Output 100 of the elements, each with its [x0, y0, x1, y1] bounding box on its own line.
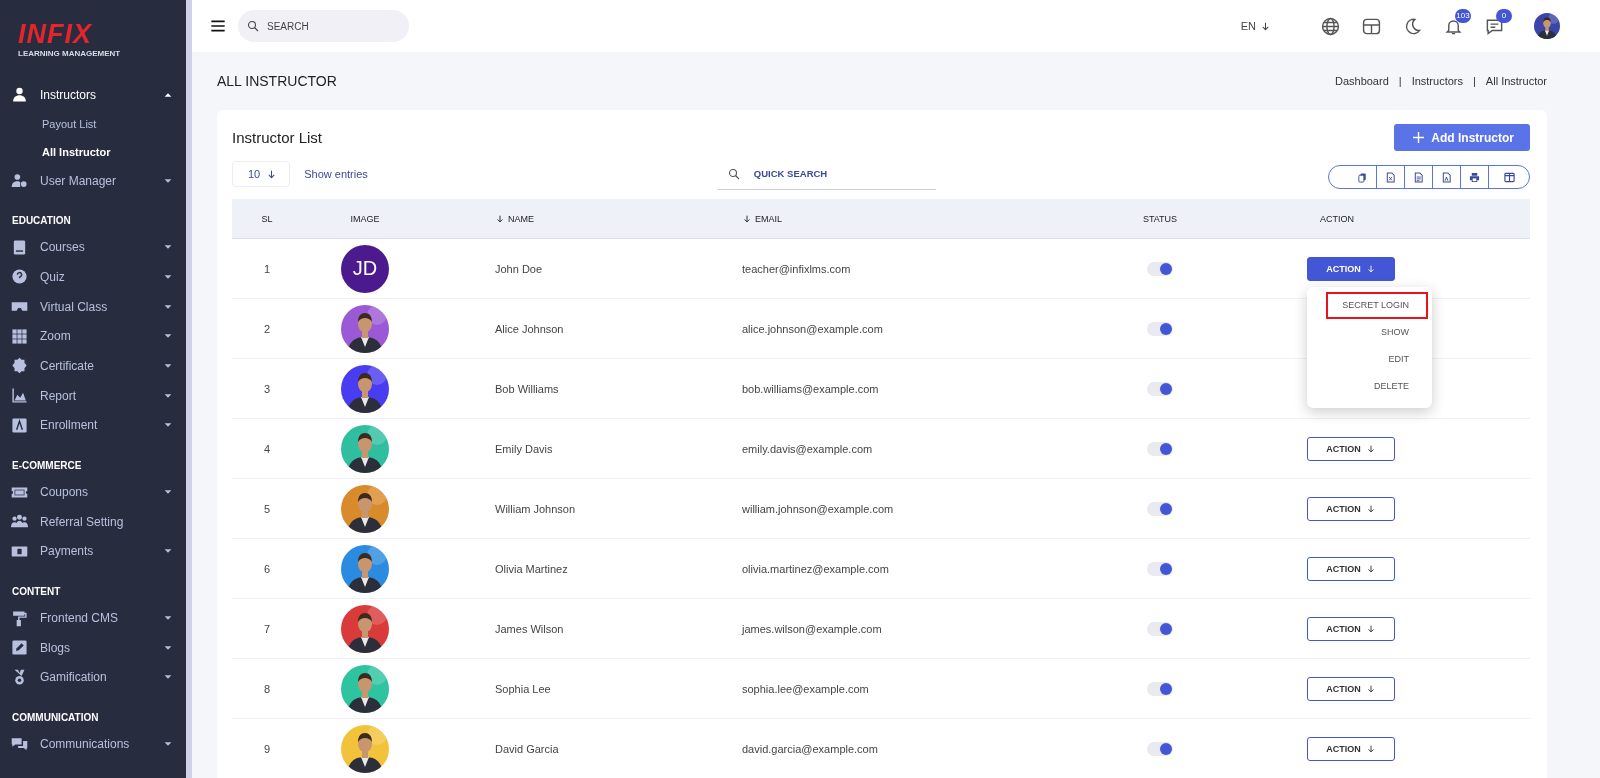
action-button[interactable]: ACTION	[1307, 496, 1395, 521]
breadcrumb-link[interactable]: All Instructor	[1485, 75, 1547, 87]
sidebar-item[interactable]: Quiz	[0, 262, 186, 292]
status-toggle[interactable]	[1147, 381, 1173, 396]
action-button[interactable]: ACTION	[1307, 616, 1395, 641]
arrow-down-icon	[1365, 623, 1376, 634]
section-heading: E-COMMERCE	[11, 459, 83, 474]
table-cell: sophia.lee@example.com	[742, 682, 869, 695]
quick-search-box[interactable]: QUICK SEARCH	[717, 158, 936, 190]
column-header: ACTION	[1320, 213, 1354, 224]
action-button[interactable]: ACTION	[1307, 676, 1395, 701]
status-toggle[interactable]	[1147, 741, 1173, 756]
page-title: ALL INSTRUCTOR	[217, 73, 337, 89]
search-field[interactable]: SEARCH	[267, 10, 397, 42]
table-cell: 4	[232, 419, 302, 479]
table-cell: olivia.martinez@example.com	[742, 562, 889, 575]
table-cell: James Wilson	[495, 622, 564, 635]
breadcrumb-link[interactable]: Instructors	[1411, 75, 1463, 87]
breadcrumb-separator: |	[1473, 75, 1476, 87]
grid-icon	[11, 327, 28, 345]
action-button[interactable]: ACTION	[1307, 736, 1395, 761]
sidebar-item[interactable]: Courses	[0, 232, 186, 263]
search-box[interactable]: SEARCH	[238, 10, 409, 42]
search-icon	[247, 20, 259, 32]
arrow-down-icon	[1365, 503, 1376, 514]
menu-item[interactable]: EDIT	[1372, 346, 1428, 373]
column-header: IMAGE	[350, 213, 380, 224]
sidebar-item[interactable]: Virtual Class	[0, 291, 186, 322]
table-cell: David Garcia	[495, 742, 559, 755]
caret-down-icon	[164, 643, 172, 652]
column-header[interactable]: NAME	[495, 213, 534, 224]
sidebar-subitem[interactable]: Payout List	[0, 109, 186, 138]
section-heading: EDUCATION	[11, 214, 72, 229]
table-cell: 2	[232, 299, 302, 359]
arrow-down-icon	[495, 213, 505, 224]
sidebar-item[interactable]: Payments	[0, 536, 186, 567]
language-selector[interactable]: EN	[1240, 20, 1271, 32]
question-icon	[11, 268, 28, 286]
sidebar-item[interactable]: Instructors	[0, 80, 186, 110]
table-cell: 1	[232, 239, 302, 299]
table-cell: 5	[232, 479, 302, 539]
sidebar-item[interactable]: Zoom	[0, 321, 186, 352]
sidebar-item[interactable]: Blogs	[0, 632, 186, 663]
status-toggle[interactable]	[1147, 621, 1173, 636]
sidebar-item[interactable]: Certificate	[0, 351, 186, 381]
search-icon	[727, 167, 740, 180]
breadcrumb-link[interactable]: Dashboard	[1334, 75, 1389, 87]
add-instructor-button[interactable]: Add Instructor	[1394, 124, 1530, 151]
sidebar-item[interactable]: Coupons	[0, 477, 186, 507]
sidebar-subitem[interactable]: All Instructor	[0, 137, 186, 166]
chat-icon	[11, 735, 28, 753]
table-cell: William Johnson	[495, 502, 576, 515]
section-heading: COMMUNICATION	[11, 711, 100, 726]
entries-select[interactable]: 10	[232, 161, 291, 187]
table-cell: Alice Johnson	[495, 322, 564, 335]
sidebar-item[interactable]: User Manager	[0, 165, 186, 196]
breadcrumb-separator: |	[1398, 75, 1402, 87]
column-header[interactable]: EMAIL	[742, 213, 782, 224]
status-toggle[interactable]	[1147, 441, 1173, 456]
sidebar-item[interactable]: Enrollment	[0, 410, 186, 441]
status-toggle[interactable]	[1147, 261, 1173, 276]
table-cell: 6	[232, 539, 302, 599]
action-button[interactable]: ACTION	[1307, 256, 1395, 281]
menu-item[interactable]: SECRET LOGIN	[1326, 292, 1428, 319]
table-cell: 9	[232, 719, 302, 778]
paint-roller-icon	[11, 609, 28, 627]
table-cell: Sophia Lee	[495, 682, 551, 695]
pencil-square-icon	[11, 639, 28, 657]
status-toggle[interactable]	[1147, 561, 1173, 576]
action-button[interactable]: ACTION	[1307, 556, 1395, 581]
table-cell: 7	[232, 599, 302, 659]
avatar-initials: JD	[341, 244, 389, 293]
arrow-down-icon	[1365, 683, 1376, 694]
quick-search-field[interactable]: QUICK SEARCH	[751, 167, 926, 180]
column-header: STATUS	[1142, 213, 1178, 224]
chart-icon	[11, 387, 28, 405]
letter-box-icon	[11, 416, 28, 434]
menu-item[interactable]: SHOW	[1365, 319, 1428, 346]
arrow-down-icon	[1365, 263, 1376, 274]
sidebar-item[interactable]: Communications	[0, 729, 186, 759]
sidebar-item[interactable]: Frontend CMS	[0, 603, 186, 633]
person-icon	[11, 86, 28, 104]
status-toggle[interactable]	[1147, 501, 1173, 516]
status-toggle[interactable]	[1147, 321, 1173, 336]
caret-down-icon	[164, 302, 172, 311]
menu-item[interactable]: DELETE	[1358, 373, 1428, 400]
action-button[interactable]: ACTION	[1307, 436, 1395, 461]
notification-count: 103	[1455, 8, 1471, 23]
caret-down-icon	[164, 361, 172, 370]
arrow-down-icon	[1260, 20, 1271, 32]
caret-down-icon	[164, 272, 172, 281]
sidebar-item[interactable]: Gamification	[0, 662, 186, 693]
table-cell: Emily Davis	[495, 442, 553, 455]
table-cell: alice.johnson@example.com	[742, 322, 883, 335]
section-heading: CONTENT	[11, 585, 62, 600]
status-toggle[interactable]	[1147, 681, 1173, 696]
sidebar-item[interactable]: Referral Setting	[0, 506, 186, 537]
sidebar-item[interactable]: Report	[0, 380, 186, 411]
table-cell: John Doe	[495, 262, 543, 275]
table-cell: Bob Williams	[495, 382, 559, 395]
